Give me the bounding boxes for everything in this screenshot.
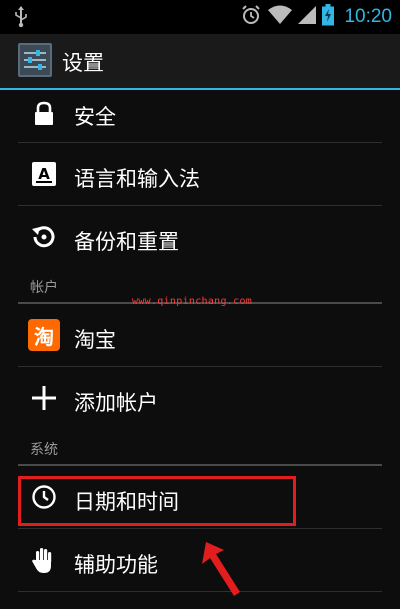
red-arrow-icon [200,540,244,604]
taobao-icon: 淘 [28,319,60,351]
accessibility-label: 辅助功能 [74,553,158,577]
watermark: www.qinpinchang.com [132,296,253,307]
signal-icon [298,5,317,29]
svg-text:A: A [38,165,50,183]
taobao-icon-text: 淘 [34,324,54,349]
section-header-accounts: 帐户 [30,280,58,296]
battery-icon [322,4,335,30]
action-bar: 设置 [0,34,400,90]
list-item-security[interactable]: 安全 [0,90,400,142]
hand-icon [28,544,60,576]
backup-reset-label: 备份和重置 [74,230,179,254]
add-account-label: 添加帐户 [74,391,158,415]
language-input-label: 语言和输入法 [74,167,200,191]
alarm-icon [240,4,262,30]
settings-app-icon[interactable] [18,43,52,77]
list-item-add-account[interactable]: 添加帐户 [0,367,400,429]
page-title: 设置 [62,51,104,75]
section-header-system: 系统 [30,442,58,458]
lock-icon [28,98,60,130]
settings-list: 安全 A 语言和输入法 备份和重置 帐户 淘 淘宝 添加帐户 系统 日期和时间 … [0,90,400,609]
wifi-icon [268,5,293,29]
taobao-label: 淘宝 [74,328,116,352]
status-bar: 10:20 [0,0,400,34]
restore-icon [28,221,60,253]
status-time: 10:20 [344,6,392,27]
list-item-language-input[interactable]: A 语言和输入法 [0,143,400,205]
usb-icon [14,6,28,32]
list-item-backup-reset[interactable]: 备份和重置 [0,206,400,268]
plus-icon [28,382,60,414]
keyboard-icon: A [28,158,60,190]
highlight-box [18,476,296,526]
security-label: 安全 [74,105,116,129]
list-item-taobao[interactable]: 淘 淘宝 [0,304,400,366]
